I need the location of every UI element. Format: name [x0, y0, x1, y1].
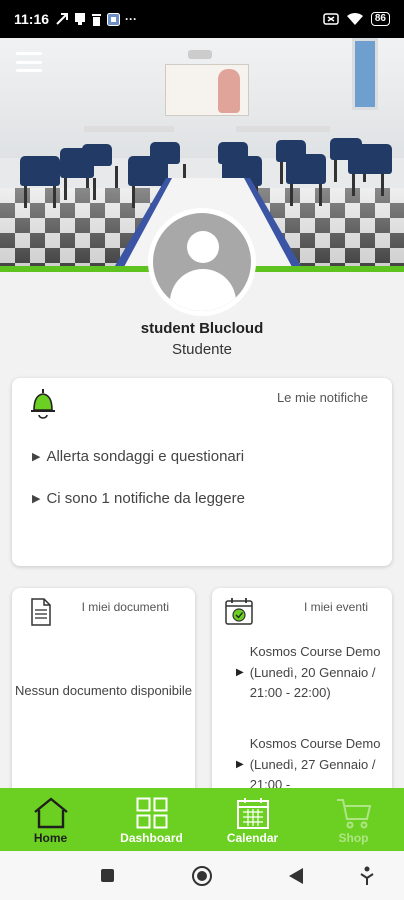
home-circle-icon[interactable] — [191, 865, 213, 887]
bottom-navigation: Home Dashboard Calendar Shop — [0, 788, 404, 851]
system-navigation-bar — [0, 851, 404, 900]
notification-item-surveys[interactable]: ▶ Allerta sondaggi e questionari — [32, 448, 244, 465]
documents-title: I miei documenti — [81, 600, 169, 614]
notification-item-label: Allerta sondaggi e questionari — [46, 448, 245, 465]
nav-dashboard-label: Dashboard — [120, 831, 183, 845]
events-card: I miei eventi ▶ Kosmos Course Demo (Lune… — [212, 588, 392, 818]
status-time: 11:16 — [14, 11, 50, 27]
nav-home[interactable]: Home — [0, 788, 101, 851]
documents-empty-text: Nessun documento disponibile — [14, 683, 193, 698]
event-item[interactable]: ▶ Kosmos Course Demo (Lunedì, 20 Gennaio… — [236, 642, 386, 704]
nav-shop-label: Shop — [338, 831, 369, 845]
event-item-label: Kosmos Course Demo (Lunedì, 20 Gennaio /… — [249, 644, 381, 700]
nav-home-label: Home — [33, 831, 68, 845]
calendar-icon — [236, 798, 269, 829]
nav-dashboard[interactable]: Dashboard — [101, 788, 202, 851]
trash-icon — [92, 13, 102, 26]
hamburger-menu-icon[interactable] — [16, 52, 42, 72]
wifi-icon — [346, 12, 363, 25]
user-name: student Blucloud — [140, 320, 264, 337]
bell-icon — [31, 389, 55, 419]
document-icon — [31, 598, 51, 626]
notifications-card: Le mie notifiche ▶ Allerta sondaggi e qu… — [12, 378, 392, 566]
nav-calendar[interactable]: Calendar — [202, 788, 303, 851]
nav-calendar-label: Calendar — [226, 831, 279, 845]
event-item[interactable]: ▶ Kosmos Course Demo (Lunedì, 27 Gennaio… — [236, 734, 386, 796]
status-notification-icons: ··· — [55, 12, 137, 26]
notification-item-unread[interactable]: ▶ Ci sono 1 notifiche da leggere — [32, 490, 245, 507]
accessibility-icon[interactable] — [360, 866, 374, 886]
nav-shop[interactable]: Shop — [303, 788, 404, 851]
app-icon — [107, 12, 121, 26]
events-title: I miei eventi — [303, 600, 368, 614]
event-item-label: Kosmos Course Demo (Lunedì, 27 Gennaio /… — [249, 736, 381, 792]
message-icon — [75, 13, 86, 25]
notifications-title: Le mie notifiche — [276, 390, 368, 405]
back-triangle-icon[interactable] — [288, 867, 304, 885]
status-more-dots: ··· — [125, 12, 138, 26]
home-icon — [33, 797, 68, 829]
status-bar: 11:16 ··· 86 — [0, 0, 404, 38]
notification-item-label: Ci sono 1 notifiche da leggere — [46, 490, 245, 507]
user-role: Studente — [171, 341, 233, 358]
triangle-right-icon: ▶ — [32, 493, 41, 505]
triangle-right-icon: ▶ — [236, 759, 244, 771]
sim-icon — [323, 13, 339, 25]
recents-square-icon[interactable] — [100, 868, 115, 883]
user-avatar-icon[interactable] — [148, 208, 256, 316]
triangle-right-icon: ▶ — [236, 667, 244, 679]
status-system-icons: 86 — [323, 12, 390, 26]
documents-card: I miei documenti Nessun documento dispon… — [12, 588, 195, 818]
dashboard-grid-icon — [136, 797, 167, 829]
cart-icon — [336, 799, 371, 829]
calendar-check-icon — [225, 598, 253, 625]
call-forward-icon — [56, 13, 69, 25]
battery-icon: 86 — [370, 12, 390, 26]
triangle-right-icon: ▶ — [32, 451, 41, 463]
